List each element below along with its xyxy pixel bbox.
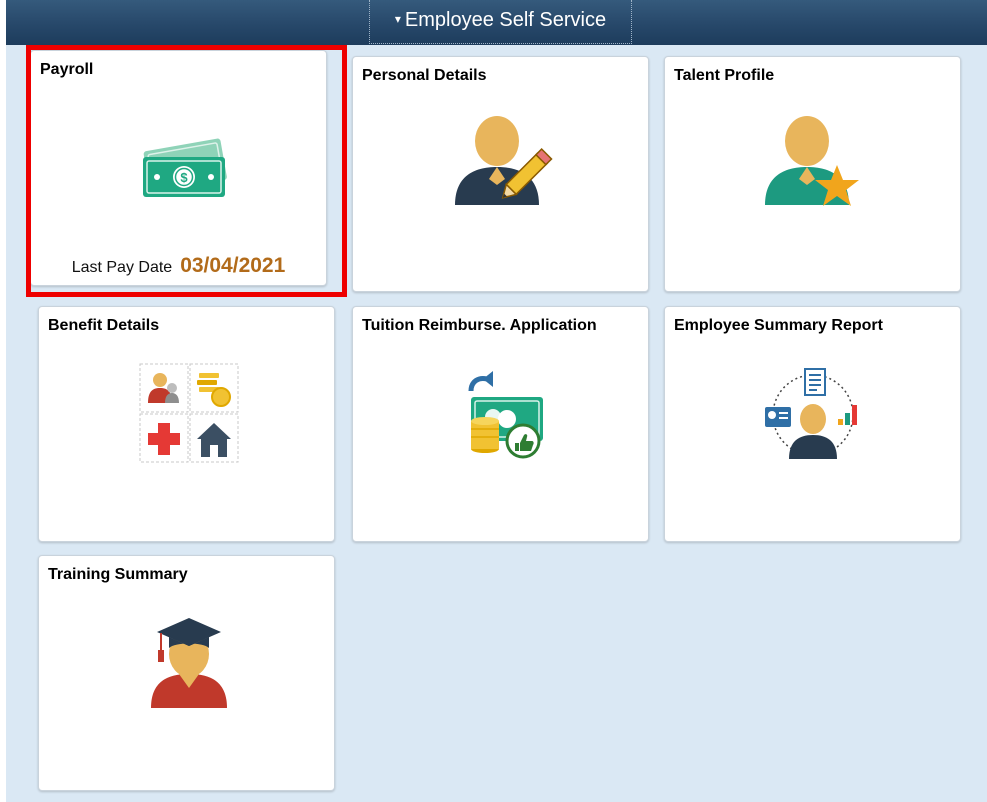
header-banner: ▾ Employee Self Service — [6, 0, 987, 45]
tile-training-summary[interactable]: Training Summary — [38, 555, 335, 791]
tile-employee-summary-report[interactable]: Employee Summary Report — [664, 306, 961, 542]
tuition-reimburse-icon — [353, 307, 648, 541]
money-icon: $ — [31, 51, 326, 285]
homepage-title: Employee Self Service — [404, 9, 607, 31]
tile-personal-details[interactable]: Personal Details — [352, 56, 649, 292]
caret-down-icon: ▾ — [394, 12, 401, 26]
employee-report-icon — [665, 307, 960, 541]
ess-homepage: ▾ Employee Self Service Payroll $ Last Pa… — [6, 0, 987, 802]
person-edit-icon — [353, 57, 648, 291]
svg-text:$: $ — [180, 170, 188, 185]
tile-benefit-details[interactable]: Benefit Details — [38, 306, 335, 542]
tile-payroll[interactable]: Payroll $ Last Pay Date 03/04/2021 — [30, 50, 327, 286]
tile-tuition-reimburse[interactable]: Tuition Reimburse. Application — [352, 306, 649, 542]
last-pay-date: Last Pay Date 03/04/2021 — [31, 254, 326, 278]
last-pay-date-label: Last Pay Date — [71, 259, 173, 276]
tile-talent-profile[interactable]: Talent Profile — [664, 56, 961, 292]
graduate-icon — [39, 556, 334, 790]
last-pay-date-value: 03/04/2021 — [180, 254, 286, 277]
homepage-selector[interactable]: ▾ Employee Self Service — [369, 0, 632, 44]
person-star-icon — [665, 57, 960, 291]
benefits-grid-icon — [39, 307, 334, 541]
